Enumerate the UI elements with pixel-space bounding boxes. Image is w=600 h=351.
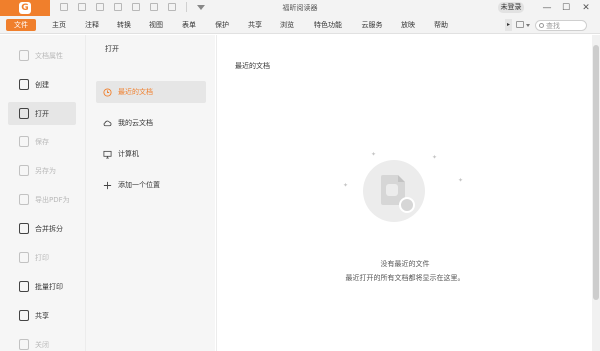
- sidebar-item-merge-split[interactable]: 合并拆分: [8, 217, 76, 240]
- menu-slideshow[interactable]: 放映: [397, 19, 419, 31]
- computer-icon: [103, 150, 112, 159]
- sidebar-item-open[interactable]: 打开: [8, 102, 76, 125]
- sidebar-item-label: 文档属性: [35, 51, 63, 60]
- maximize-button[interactable]: ☐: [560, 2, 572, 14]
- sidebar-item-print[interactable]: 打印: [8, 246, 76, 269]
- title-bar: G 福昕阅读器 未登录 — ☐ ✕: [0, 0, 600, 16]
- location-label: 我的云文档: [118, 119, 153, 127]
- foxit-logo-icon: [386, 184, 398, 196]
- close-button[interactable]: ✕: [580, 2, 592, 14]
- save-as-icon: [19, 165, 29, 176]
- sidebar-item-label: 导出PDF为: [35, 195, 70, 204]
- search-box[interactable]: [535, 20, 587, 31]
- location-my-cloud[interactable]: 我的云文档: [96, 112, 206, 134]
- location-computer[interactable]: 计算机: [96, 143, 206, 165]
- vertical-scrollbar[interactable]: [592, 35, 600, 351]
- menu-file[interactable]: 文件: [6, 19, 36, 31]
- menu-protect[interactable]: 保护: [211, 19, 233, 31]
- clock-icon: [103, 87, 112, 97]
- menu-share[interactable]: 共享: [244, 19, 266, 31]
- search-input[interactable]: [546, 21, 584, 30]
- menu-browse[interactable]: 浏览: [276, 19, 298, 31]
- recent-documents-view: 最近的文档 ✦ ✦ ✦ ✦ 没有最近的文件 最近打开的所有文档都将显示在这里。: [216, 35, 592, 351]
- menu-features[interactable]: 特色功能: [310, 19, 346, 31]
- minimize-button[interactable]: —: [541, 2, 553, 14]
- sidebar-item-label: 创建: [35, 80, 49, 89]
- empty-circle: [363, 160, 425, 222]
- batch-print-icon: [19, 281, 29, 292]
- open-location-panel: 打开 最近的文档 我的云文档 计算机 添加一个位置: [85, 35, 215, 351]
- sidebar-item-label: 批量打印: [35, 282, 63, 291]
- sidebar-item-save[interactable]: 保存: [8, 130, 76, 153]
- menu-help[interactable]: 帮助: [430, 19, 452, 31]
- document-fold: [398, 175, 405, 182]
- sparkle-icon: ✦: [432, 154, 438, 161]
- search-icon: [539, 23, 544, 28]
- sidebar-item-create[interactable]: 创建: [8, 73, 76, 96]
- export-pdf-icon: [19, 194, 29, 205]
- file-sidebar: 文档属性 创建 打开 保存 另存为 导出PDF为 合并拆分 打印 批量打印 共享…: [0, 35, 85, 351]
- sidebar-item-label: 关闭: [35, 340, 49, 349]
- merge-split-icon: [19, 223, 29, 234]
- location-label: 最近的文档: [118, 88, 153, 96]
- create-icon: [19, 79, 29, 90]
- location-recent-documents[interactable]: 最近的文档: [96, 81, 206, 103]
- sparkle-icon: ✦: [458, 177, 464, 184]
- scrollbar-thumb[interactable]: [593, 45, 599, 300]
- share-icon: [19, 310, 29, 321]
- sidebar-item-share[interactable]: 共享: [8, 304, 76, 327]
- location-label: 计算机: [118, 150, 139, 158]
- menu-form[interactable]: 表单: [178, 19, 200, 31]
- sidebar-item-label: 打印: [35, 253, 49, 262]
- expand-ribbon-button[interactable]: ▸: [505, 19, 512, 31]
- print-icon: [19, 252, 29, 263]
- sidebar-item-batch-print[interactable]: 批量打印: [8, 275, 76, 298]
- location-label: 添加一个位置: [118, 181, 160, 189]
- menu-view[interactable]: 视图: [145, 19, 167, 31]
- plus-icon: [103, 181, 112, 189]
- menu-convert[interactable]: 转换: [113, 19, 135, 31]
- panel-title: 打开: [105, 45, 119, 53]
- menu-cloud-service[interactable]: 云服务: [358, 19, 386, 31]
- sidebar-item-save-as[interactable]: 另存为: [8, 159, 76, 182]
- sidebar-item-label: 保存: [35, 137, 49, 146]
- open-icon: [19, 108, 29, 119]
- clock-icon: [399, 197, 415, 213]
- menu-comment[interactable]: 注释: [81, 19, 103, 31]
- close-doc-icon: [19, 339, 29, 350]
- section-title: 最近的文档: [235, 62, 270, 70]
- sidebar-item-label: 合并拆分: [35, 224, 63, 233]
- document-properties-icon: [19, 50, 29, 61]
- sidebar-item-label: 另存为: [35, 166, 56, 175]
- save-icon: [19, 136, 29, 147]
- chevron-down-icon[interactable]: [526, 24, 530, 27]
- empty-state-illustration: ✦ ✦ ✦ ✦: [343, 147, 473, 247]
- menu-bar: 文件 主页 注释 转换 视图 表单 保护 共享 浏览 特色功能 云服务 放映 帮…: [0, 16, 600, 34]
- sidebar-item-label: 打开: [35, 109, 49, 118]
- cloud-icon: [103, 120, 112, 126]
- empty-state-title: 没有最近的文件: [380, 260, 430, 268]
- empty-state-description: 最近打开的所有文档都将显示在这里。: [345, 274, 465, 282]
- sidebar-item-label: 共享: [35, 311, 49, 320]
- menu-home[interactable]: 主页: [48, 19, 70, 31]
- sidebar-item-document-properties[interactable]: 文档属性: [8, 44, 76, 67]
- sidebar-item-export-pdf[interactable]: 导出PDF为: [8, 188, 76, 211]
- location-add-place[interactable]: 添加一个位置: [96, 174, 206, 196]
- comment-mode-icon[interactable]: [516, 21, 524, 28]
- sparkle-icon: ✦: [343, 182, 349, 189]
- sidebar-item-close[interactable]: 关闭: [8, 333, 76, 351]
- sparkle-icon: ✦: [371, 151, 377, 158]
- login-button[interactable]: 未登录: [498, 2, 524, 13]
